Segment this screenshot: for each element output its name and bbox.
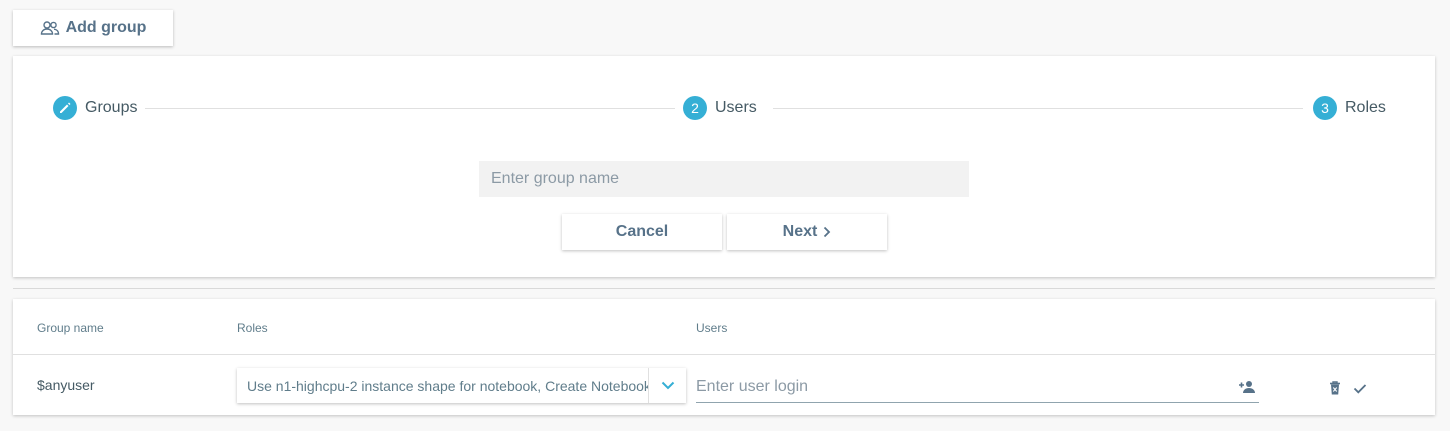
group-name-input[interactable]	[479, 161, 969, 197]
delete-icon[interactable]	[1327, 379, 1343, 397]
user-login-input[interactable]	[696, 377, 1235, 396]
section-divider	[13, 288, 1435, 289]
roles-select[interactable]: Use n1-highcpu-2 instance shape for note…	[237, 368, 686, 403]
step-users[interactable]: 2 Users	[683, 96, 757, 120]
header-separator	[13, 354, 1435, 355]
chevron-down-icon[interactable]	[648, 368, 686, 403]
cancel-button[interactable]: Cancel	[562, 214, 722, 250]
column-header-roles: Roles	[237, 321, 268, 335]
groups-table: Group name Roles Users $anyuser Use n1-h…	[13, 299, 1435, 415]
group-stepper-card: Groups 2 Users 3 Roles Cancel Next	[13, 56, 1435, 277]
step-connector	[773, 108, 1303, 109]
group-name-cell: $anyuser	[37, 377, 95, 393]
step-groups[interactable]: Groups	[53, 96, 137, 120]
step-label: Roles	[1345, 99, 1386, 116]
pencil-icon	[53, 96, 77, 120]
cancel-label: Cancel	[615, 223, 669, 240]
column-header-users: Users	[696, 321, 728, 335]
step-label: Users	[715, 99, 757, 116]
add-group-label: Add group	[65, 19, 147, 36]
add-group-button[interactable]: Add group	[13, 10, 173, 46]
step-number: 2	[683, 96, 707, 120]
chevron-right-icon	[823, 226, 831, 238]
person-add-icon[interactable]	[1235, 375, 1259, 399]
next-button[interactable]: Next	[727, 214, 887, 250]
column-header-group-name: Group name	[37, 321, 104, 335]
group-icon	[40, 20, 60, 36]
step-number: 3	[1313, 96, 1337, 120]
step-connector	[145, 108, 675, 109]
next-label: Next	[782, 223, 818, 240]
user-login-field	[696, 371, 1259, 403]
step-label: Groups	[85, 99, 138, 116]
check-icon[interactable]	[1351, 379, 1369, 397]
roles-select-value: Use n1-highcpu-2 instance shape for note…	[247, 377, 648, 394]
step-roles[interactable]: 3 Roles	[1313, 96, 1386, 120]
